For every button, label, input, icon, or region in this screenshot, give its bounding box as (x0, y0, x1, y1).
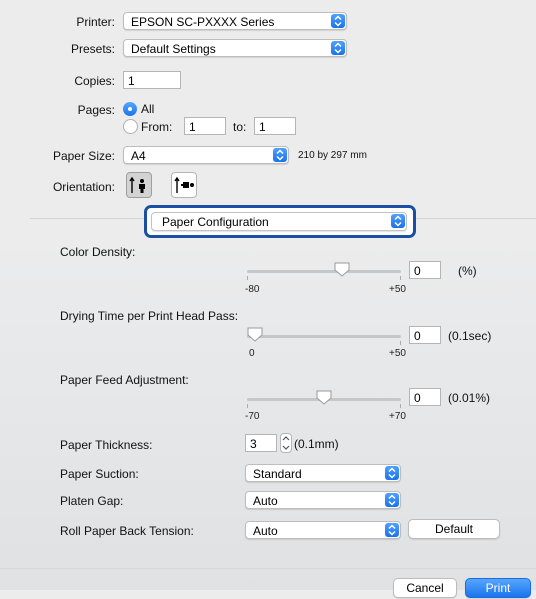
chevron-updown-icon (391, 214, 405, 228)
color-density-track[interactable] (247, 270, 401, 273)
paper-suction-label: Paper Suction: (60, 467, 139, 481)
footer-separator (0, 568, 536, 569)
pages-from-value: 1 (189, 120, 196, 134)
portrait-icon (129, 176, 145, 193)
drying-time-min: 0 (249, 348, 255, 359)
default-button[interactable]: Default (408, 519, 500, 539)
drying-time-unit: (0.1sec) (448, 329, 492, 343)
platen-gap-label: Platen Gap: (60, 494, 124, 508)
tick (247, 404, 248, 408)
color-density-max: +50 (389, 284, 406, 295)
paper-thickness-field[interactable]: 3 (245, 434, 277, 452)
roll-tension-label: Roll Paper Back Tension: (60, 524, 194, 538)
drying-time-thumb[interactable] (247, 327, 263, 342)
pages-from-radio[interactable] (123, 119, 138, 134)
paper-dimensions: 210 by 297 mm (298, 150, 367, 161)
tick (247, 276, 248, 280)
color-density-field[interactable]: 0 (409, 261, 441, 279)
pages-from-label: From: (141, 120, 173, 134)
paper-feed-max: +70 (389, 411, 406, 422)
chevron-updown-icon (273, 148, 287, 162)
chevron-updown-icon (385, 523, 399, 537)
cancel-button[interactable]: Cancel (393, 578, 457, 598)
tick (400, 341, 401, 345)
printer-popup[interactable]: EPSON SC-PXXXX Series (123, 12, 347, 30)
stepper-icon (282, 436, 290, 450)
paper-size-label: Paper Size: (52, 149, 115, 163)
presets-value: Default Settings (131, 42, 216, 56)
copies-field[interactable]: 1 (123, 71, 181, 89)
pages-all-radio[interactable] (123, 102, 137, 116)
section-value: Paper Configuration (162, 215, 269, 229)
paper-feed-field[interactable]: 0 (409, 388, 441, 406)
chevron-updown-icon (331, 41, 345, 55)
pages-to-label: to: (233, 120, 247, 134)
paper-size-value: A4 (131, 149, 146, 163)
paper-suction-popup[interactable]: Standard (245, 464, 401, 482)
color-density-min: -80 (245, 284, 260, 295)
orientation-portrait-button[interactable] (126, 172, 152, 198)
tick (400, 404, 401, 408)
paper-thickness-label: Paper Thickness: (60, 438, 153, 452)
presets-popup[interactable]: Default Settings (123, 39, 347, 57)
drying-time-label: Drying Time per Print Head Pass: (60, 309, 239, 323)
paper-feed-min: -70 (245, 411, 260, 422)
paper-thickness-value: 3 (250, 437, 257, 451)
color-density-value: 0 (414, 264, 421, 278)
printer-label: Printer: (76, 15, 115, 29)
drying-time-field[interactable]: 0 (409, 326, 441, 344)
printer-value: EPSON SC-PXXXX Series (131, 15, 275, 29)
chevron-updown-icon (385, 466, 399, 480)
print-button[interactable]: Print (465, 578, 531, 598)
landscape-icon (174, 176, 194, 193)
copies-label: Copies: (74, 74, 115, 88)
platen-gap-value: Auto (253, 494, 278, 508)
paper-size-popup[interactable]: A4 (123, 146, 289, 164)
pages-from-field[interactable]: 1 (184, 117, 226, 135)
color-density-unit: (%) (458, 264, 477, 278)
drying-time-max: +50 (389, 348, 406, 359)
pages-all-label: All (141, 102, 155, 116)
paper-thickness-stepper[interactable] (280, 433, 292, 453)
paper-suction-value: Standard (253, 467, 302, 481)
presets-label: Presets: (70, 42, 115, 56)
color-density-thumb[interactable] (334, 262, 350, 277)
drying-time-value: 0 (414, 329, 421, 343)
paper-feed-label: Paper Feed Adjustment: (60, 373, 189, 387)
roll-tension-popup[interactable]: Auto (245, 521, 401, 539)
copies-value: 1 (128, 74, 135, 88)
roll-tension-value: Auto (253, 524, 278, 538)
section-popup[interactable]: Paper Configuration (151, 212, 407, 231)
paper-feed-unit: (0.01%) (448, 391, 491, 405)
tick (400, 276, 401, 280)
pages-label: Pages: (77, 103, 115, 117)
paper-feed-value: 0 (414, 391, 421, 405)
orientation-label: Orientation: (52, 180, 115, 194)
paper-thickness-unit: (0.1mm) (294, 437, 339, 451)
paper-feed-thumb[interactable] (316, 390, 332, 405)
platen-gap-popup[interactable]: Auto (245, 491, 401, 509)
color-density-label: Color Density: (60, 245, 136, 259)
orientation-landscape-button[interactable] (171, 172, 197, 198)
chevron-updown-icon (331, 14, 345, 28)
pages-to-value: 1 (259, 120, 266, 134)
pages-to-field[interactable]: 1 (254, 117, 296, 135)
drying-time-track[interactable] (247, 335, 401, 338)
chevron-updown-icon (385, 493, 399, 507)
